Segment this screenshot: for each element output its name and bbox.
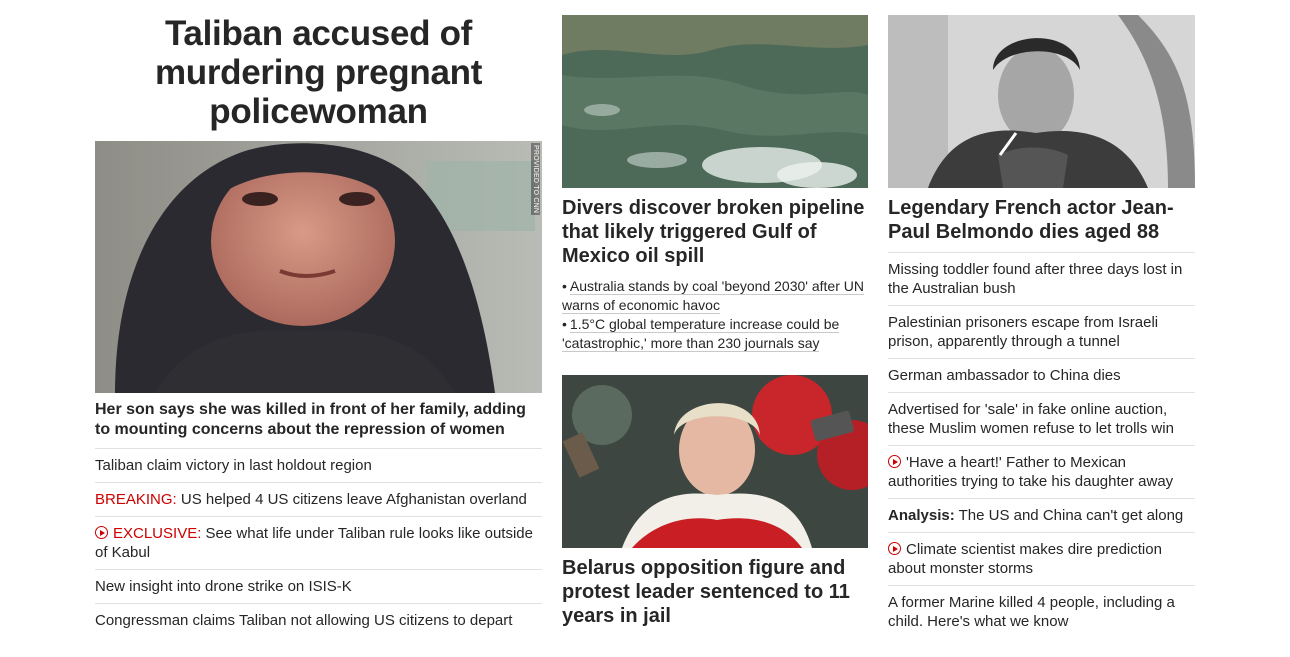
- top-stories-list: Missing toddler found after three days l…: [888, 253, 1195, 638]
- list-item[interactable]: 'Have a heart!' Father to Mexican author…: [888, 446, 1195, 499]
- policewoman-photo[interactable]: PROVIDED TO CNN: [95, 141, 542, 393]
- list-item-text: The US and China can't get along: [954, 507, 1184, 524]
- list-item-text: US helped 4 US citizens leave Afghanista…: [176, 491, 527, 508]
- list-item-text: Climate scientist makes dire prediction …: [888, 541, 1162, 577]
- related-links: • Australia stands by coal 'beyond 2030' …: [562, 277, 868, 353]
- list-item-text: New insight into drone strike on ISIS-K: [95, 578, 352, 595]
- main-headline[interactable]: Taliban accused of murdering pregnant po…: [95, 14, 542, 131]
- list-item[interactable]: German ambassador to China dies: [888, 359, 1195, 393]
- oil-spill-satellite-photo[interactable]: [562, 15, 868, 188]
- play-video-icon: [888, 542, 901, 555]
- belmondo-headline[interactable]: Legendary French actor Jean-Paul Belmond…: [888, 196, 1195, 253]
- bullet: •: [562, 278, 567, 294]
- play-video-icon: [95, 526, 108, 539]
- list-item[interactable]: Climate scientist makes dire prediction …: [888, 533, 1195, 586]
- list-item-text: German ambassador to China dies: [888, 367, 1121, 384]
- lead-summary[interactable]: Her son says she was killed in front of …: [95, 400, 542, 449]
- second-column: Divers discover broken pipeline that lik…: [562, 0, 868, 628]
- list-item[interactable]: A former Marine killed 4 people, includi…: [888, 586, 1195, 638]
- list-item[interactable]: New insight into drone strike on ISIS-K: [95, 570, 542, 604]
- related-list: Taliban claim victory in last holdout re…: [95, 449, 542, 637]
- list-item-text: Congressman claims Taliban not allowing …: [95, 612, 513, 629]
- analysis-label: Analysis:: [888, 507, 955, 524]
- oil-spill-headline[interactable]: Divers discover broken pipeline that lik…: [562, 196, 868, 268]
- list-item-text: Palestinian prisoners escape from Israel…: [888, 314, 1159, 350]
- list-item[interactable]: BREAKING: US helped 4 US citizens leave …: [95, 483, 542, 517]
- list-item-text: 'Have a heart!' Father to Mexican author…: [888, 454, 1174, 490]
- breaking-label: BREAKING:: [95, 491, 177, 508]
- list-item[interactable]: Taliban claim victory in last holdout re…: [95, 449, 542, 483]
- list-item-text: Advertised for 'sale' in fake online auc…: [888, 401, 1174, 437]
- related-link-text: Australia stands by coal 'beyond 2030' a…: [562, 278, 864, 314]
- exclusive-label: EXCLUSIVE:: [113, 525, 202, 542]
- list-item-text: Missing toddler found after three days l…: [888, 261, 1183, 297]
- belarus-protest-photo[interactable]: [562, 375, 868, 548]
- belmondo-photo[interactable]: [888, 15, 1195, 188]
- list-item[interactable]: EXCLUSIVE: See what life under Taliban r…: [95, 517, 542, 570]
- related-link[interactable]: • 1.5°C global temperature increase could…: [562, 315, 868, 353]
- list-item-text: Taliban claim victory in last holdout re…: [95, 457, 372, 474]
- main-story-column: Taliban accused of murdering pregnant po…: [95, 0, 542, 637]
- list-item-text: A former Marine killed 4 people, includi…: [888, 594, 1175, 630]
- list-item[interactable]: Advertised for 'sale' in fake online auc…: [888, 393, 1195, 446]
- bullet: •: [562, 316, 567, 332]
- related-link[interactable]: • Australia stands by coal 'beyond 2030' …: [562, 277, 868, 315]
- play-video-icon: [888, 455, 901, 468]
- list-item[interactable]: Missing toddler found after three days l…: [888, 253, 1195, 306]
- third-column: Legendary French actor Jean-Paul Belmond…: [888, 0, 1195, 638]
- belarus-headline[interactable]: Belarus opposition figure and protest le…: [562, 556, 868, 628]
- list-item[interactable]: Analysis: The US and China can't get alo…: [888, 499, 1195, 533]
- list-item[interactable]: Palestinian prisoners escape from Israel…: [888, 306, 1195, 359]
- image-credit: PROVIDED TO CNN: [531, 143, 540, 216]
- list-item[interactable]: Congressman claims Taliban not allowing …: [95, 604, 542, 637]
- related-link-text: 1.5°C global temperature increase could …: [562, 316, 840, 352]
